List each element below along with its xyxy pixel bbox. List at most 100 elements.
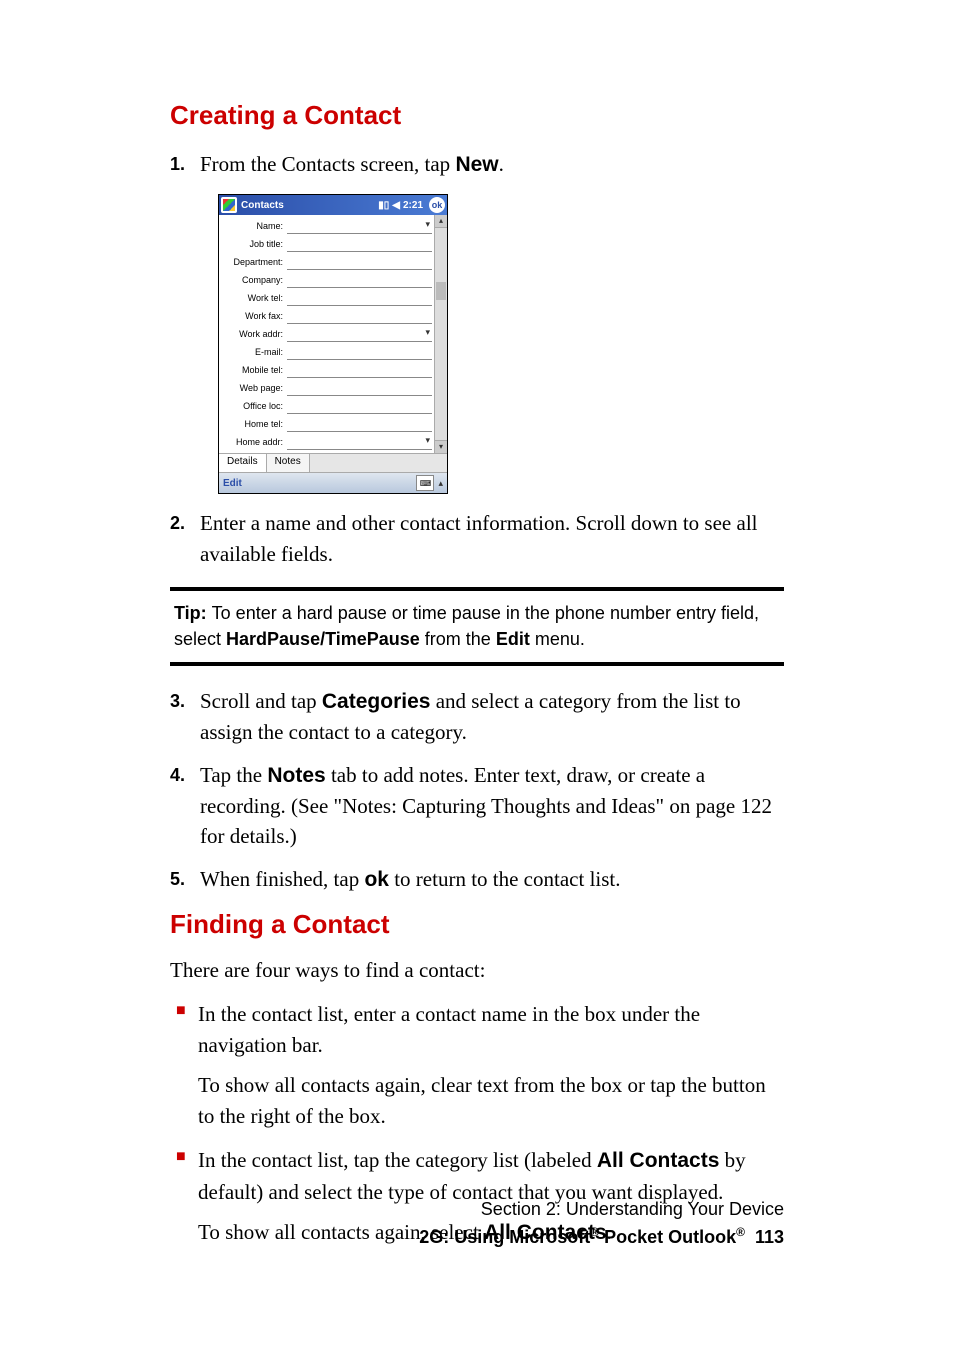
step-2-text: Enter a name and other contact informati… xyxy=(200,511,757,565)
step-1: 1. From the Contacts screen, tap New. xyxy=(170,149,784,180)
finding-intro: There are four ways to find a contact: xyxy=(170,958,784,983)
input-hometel[interactable] xyxy=(287,417,432,432)
scrollbar[interactable]: ▴ ▾ xyxy=(434,215,447,453)
label-mobiletel: Mobile tel: xyxy=(221,365,287,375)
field-company: Company: xyxy=(221,271,432,289)
field-homeaddr: Home addr: xyxy=(221,433,432,451)
input-company[interactable] xyxy=(287,273,432,288)
footer-chapter-a: 2G: Using Microsoft xyxy=(419,1227,590,1247)
tip-c: from the xyxy=(420,629,496,649)
field-mobiletel: Mobile tel: xyxy=(221,361,432,379)
scroll-up-icon[interactable]: ▴ xyxy=(435,215,447,228)
step-3-a: Scroll and tap xyxy=(200,689,322,713)
footer-chapter-b: Pocket Outlook xyxy=(599,1227,736,1247)
form-area: Name: Job title: Department: Company: Wo… xyxy=(219,215,447,453)
step-2: 2. Enter a name and other contact inform… xyxy=(170,508,784,569)
label-workfax: Work fax: xyxy=(221,311,287,321)
label-homeaddr: Home addr: xyxy=(221,437,287,447)
footer-reg-2: ® xyxy=(736,1225,745,1239)
field-workfax: Work fax: xyxy=(221,307,432,325)
heading-creating: Creating a Contact xyxy=(170,100,784,131)
clock: 2:21 xyxy=(403,200,423,211)
bullet-2-b: All Contacts xyxy=(597,1149,720,1172)
step-5-b: ok xyxy=(364,868,389,891)
tip-label: Tip: xyxy=(174,603,212,623)
tip-b: HardPause/TimePause xyxy=(226,629,420,649)
step-5-c: to return to the contact list. xyxy=(389,867,621,891)
label-company: Company: xyxy=(221,275,287,285)
tab-details[interactable]: Details xyxy=(219,454,267,472)
input-webpage[interactable] xyxy=(287,381,432,396)
input-homeaddr[interactable] xyxy=(287,435,432,450)
label-officeloc: Office loc: xyxy=(221,401,287,411)
scroll-thumb[interactable] xyxy=(436,282,446,300)
input-workaddr[interactable] xyxy=(287,327,432,342)
step-4: 4. Tap the Notes tab to add notes. Enter… xyxy=(170,760,784,852)
step-5-a: When finished, tap xyxy=(200,867,364,891)
menu-up-icon[interactable]: ▴ xyxy=(438,478,443,489)
step-4-a: Tap the xyxy=(200,763,267,787)
tabstrip: Details Notes xyxy=(219,453,447,472)
tab-notes[interactable]: Notes xyxy=(267,454,310,472)
step-4-number: 4. xyxy=(170,762,185,788)
field-webpage: Web page: xyxy=(221,379,432,397)
step-1-text-a: From the Contacts screen, tap xyxy=(200,152,455,176)
ok-button[interactable]: ok xyxy=(429,197,445,213)
label-email: E-mail: xyxy=(221,347,287,357)
steps-group-3: 3. Scroll and tap Categories and select … xyxy=(170,686,784,896)
tip-e: menu. xyxy=(530,629,585,649)
input-job[interactable] xyxy=(287,237,432,252)
bullet-2-a: In the contact list, tap the category li… xyxy=(198,1148,597,1172)
tip-d: Edit xyxy=(496,629,530,649)
step-5-number: 5. xyxy=(170,866,185,892)
scroll-track[interactable] xyxy=(435,228,447,440)
start-icon[interactable] xyxy=(221,197,237,213)
steps-group-1: 1. From the Contacts screen, tap New. xyxy=(170,149,784,180)
menu-edit[interactable]: Edit xyxy=(223,478,242,489)
status-icons: ▮▯ ◀ 2:21 ok xyxy=(378,197,445,213)
steps-group-2: 2. Enter a name and other contact inform… xyxy=(170,508,784,569)
step-3: 3. Scroll and tap Categories and select … xyxy=(170,686,784,748)
field-job: Job title: xyxy=(221,235,432,253)
field-worktel: Work tel: xyxy=(221,289,432,307)
label-webpage: Web page: xyxy=(221,383,287,393)
field-hometel: Home tel: xyxy=(221,415,432,433)
scroll-down-icon[interactable]: ▾ xyxy=(435,440,447,453)
step-4-b: Notes xyxy=(267,764,325,787)
input-officeloc[interactable] xyxy=(287,399,432,414)
heading-finding: Finding a Contact xyxy=(170,909,784,940)
step-2-number: 2. xyxy=(170,510,185,536)
input-mobiletel[interactable] xyxy=(287,363,432,378)
pocketpc-screenshot: Contacts ▮▯ ◀ 2:21 ok Name: Job title: D… xyxy=(218,194,448,494)
step-1-new: New xyxy=(455,153,498,176)
field-workaddr: Work addr: xyxy=(221,325,432,343)
step-1-number: 1. xyxy=(170,151,185,177)
fields-column: Name: Job title: Department: Company: Wo… xyxy=(219,215,434,453)
step-1-text-c: . xyxy=(499,152,504,176)
step-3-b: Categories xyxy=(322,690,431,713)
input-worktel[interactable] xyxy=(287,291,432,306)
label-hometel: Home tel: xyxy=(221,419,287,429)
page-footer: Section 2: Understanding Your Device 2G:… xyxy=(419,1196,784,1251)
footer-reg-1: ® xyxy=(590,1225,599,1239)
footer-page: 113 xyxy=(755,1227,784,1247)
keyboard-icon[interactable]: ⌨ xyxy=(416,475,434,491)
input-dept[interactable] xyxy=(287,255,432,270)
step-5: 5. When finished, tap ok to return to th… xyxy=(170,864,784,895)
label-dept: Department: xyxy=(221,257,287,267)
field-email: E-mail: xyxy=(221,343,432,361)
field-name: Name: xyxy=(221,217,432,235)
input-workfax[interactable] xyxy=(287,309,432,324)
footer-section: Section 2: Understanding Your Device xyxy=(419,1196,784,1223)
input-email[interactable] xyxy=(287,345,432,360)
app-title: Contacts xyxy=(241,200,378,211)
bullet-1: In the contact list, enter a contact nam… xyxy=(170,999,784,1131)
footer-chapter: 2G: Using Microsoft® Pocket Outlook®113 xyxy=(419,1223,784,1251)
label-job: Job title: xyxy=(221,239,287,249)
label-workaddr: Work addr: xyxy=(221,329,287,339)
speaker-icon: ◀ xyxy=(392,200,400,211)
step-3-number: 3. xyxy=(170,688,185,714)
bullet-1-text: In the contact list, enter a contact nam… xyxy=(198,1002,700,1056)
label-worktel: Work tel: xyxy=(221,293,287,303)
input-name[interactable] xyxy=(287,219,432,234)
